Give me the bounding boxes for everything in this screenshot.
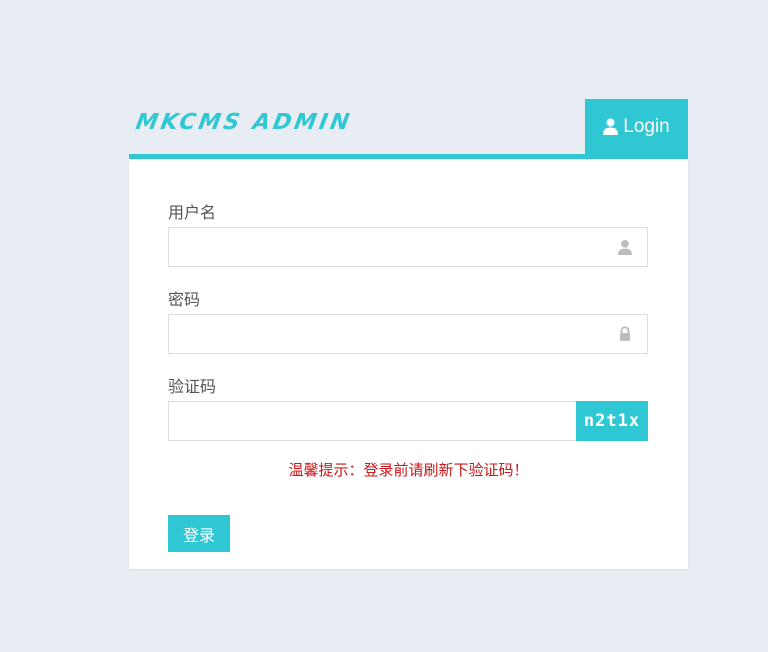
user-icon bbox=[618, 240, 632, 255]
logo: MKCMS ADMIN bbox=[133, 110, 355, 135]
login-form: 用户名 密码 验证码 n2t1x 温馨提示：登录前请刷新下验证码！ 登录 bbox=[129, 159, 688, 569]
captcha-input[interactable] bbox=[169, 402, 569, 440]
username-label: 用户名 bbox=[168, 203, 217, 222]
user-icon bbox=[603, 118, 619, 135]
captcha-label: 验证码 bbox=[168, 377, 217, 396]
password-input[interactable] bbox=[169, 315, 619, 353]
login-button[interactable]: 登录 bbox=[168, 515, 230, 552]
login-tab-label: Login bbox=[623, 115, 670, 137]
lock-icon bbox=[620, 326, 630, 341]
username-field-box bbox=[168, 227, 648, 267]
captcha-image[interactable]: n2t1x bbox=[576, 401, 648, 441]
username-input[interactable] bbox=[169, 228, 619, 266]
card-header: MKCMS ADMIN Login bbox=[129, 99, 688, 159]
login-card: MKCMS ADMIN Login 用户名 密码 验证码 n2t1x 温馨提示：… bbox=[129, 99, 688, 569]
login-tab[interactable]: Login bbox=[585, 99, 688, 154]
captcha-field-box bbox=[168, 401, 577, 441]
password-field-box bbox=[168, 314, 648, 354]
password-label: 密码 bbox=[168, 290, 201, 309]
tip-message: 温馨提示：登录前请刷新下验证码！ bbox=[288, 461, 529, 479]
